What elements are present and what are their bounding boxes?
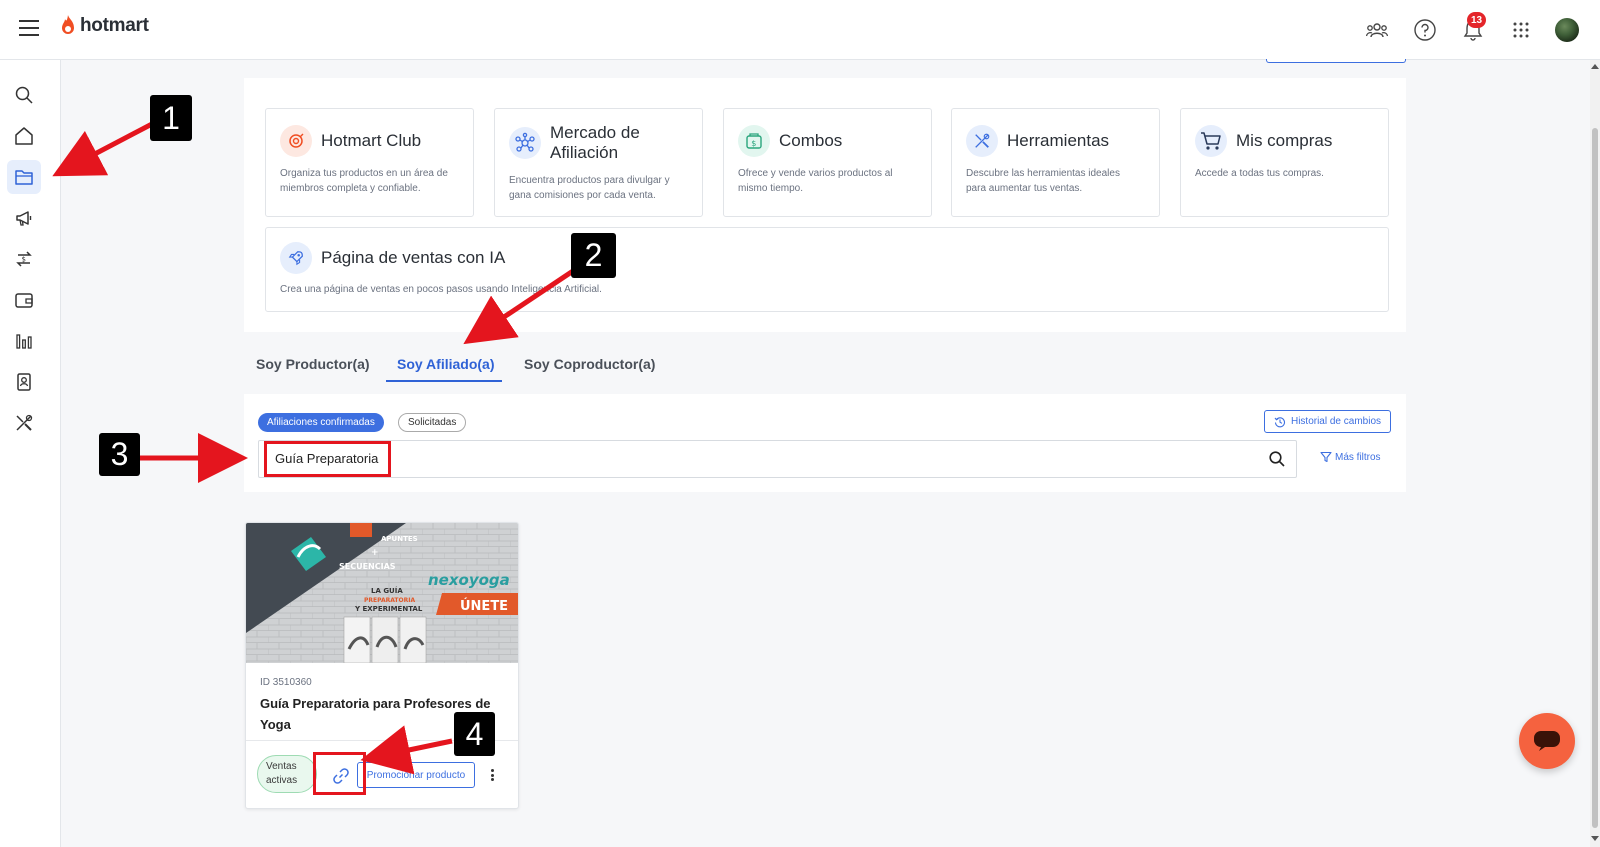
brand-name: hotmart — [80, 15, 149, 36]
image-text-apuntes: APUNTES — [381, 535, 418, 543]
tool-title: Mercado de Afiliación — [550, 123, 640, 162]
combo-icon: $ — [738, 125, 770, 157]
scroll-thumb[interactable] — [1592, 128, 1598, 828]
step-marker-2: 2 — [571, 233, 616, 278]
page-scrollbar[interactable] — [1590, 60, 1600, 847]
flame-icon — [62, 15, 74, 34]
hotmart-logo[interactable]: hotmart — [59, 14, 149, 38]
image-text-plus: + — [371, 548, 379, 558]
tool-title: Hotmart Club — [321, 131, 422, 150]
network-icon — [509, 127, 541, 159]
more-options-icon[interactable] — [489, 767, 495, 783]
highlight-link-button — [313, 752, 366, 795]
contact-card-icon — [17, 373, 31, 391]
more-filters-link[interactable]: Más filtros — [1320, 451, 1381, 463]
tab-coproductor[interactable]: Soy Coproductor(a) — [524, 356, 655, 372]
tool-title: Página de ventas con IA — [321, 248, 506, 267]
home-icon — [15, 127, 33, 145]
tool-description: Descubre las herramientas ideales para a… — [966, 168, 1120, 194]
sidebar: $ — [0, 60, 61, 847]
club-icon — [280, 125, 312, 157]
bar-chart-icon — [16, 334, 32, 349]
apps-grid-icon[interactable] — [1509, 18, 1533, 42]
more-filters-label: Más filtros — [1335, 451, 1381, 463]
megaphone-icon — [16, 211, 32, 226]
tool-title: Mis compras — [1236, 131, 1333, 150]
filter-icon — [1320, 451, 1332, 463]
tool-description: Ofrece y vende varios productos al mismo… — [738, 168, 893, 194]
sidebar-item-search[interactable] — [7, 78, 41, 112]
active-tab-indicator — [386, 380, 502, 382]
folder-icon — [15, 170, 33, 185]
product-card[interactable]: APUNTES + SECUENCIAS LA GUÍA PREPARATORI… — [245, 522, 519, 809]
history-button-label: Historial de cambios — [1290, 416, 1382, 427]
step-marker-3: 3 — [99, 433, 140, 476]
image-text-la-guia: LA GUÍA — [371, 586, 403, 595]
tab-afiliado[interactable]: Soy Afiliado(a) — [397, 356, 495, 372]
image-text-brand: nexoyoga — [428, 571, 510, 589]
history-icon — [1274, 416, 1285, 427]
sidebar-item-contacts[interactable] — [7, 365, 41, 399]
svg-text:$: $ — [22, 256, 26, 264]
tool-description: Crea una página de ventas en pocos pasos… — [280, 284, 602, 295]
scroll-up-icon[interactable] — [1591, 64, 1599, 69]
cart-icon — [1195, 125, 1227, 157]
chip-requested[interactable]: Solicitadas — [398, 413, 467, 432]
rocket-icon — [280, 242, 312, 274]
tool-description: Accede a todas tus compras. — [1195, 168, 1324, 179]
sidebar-item-marketing[interactable] — [7, 201, 41, 235]
tool-card-pagina-ventas-ia[interactable]: Página de ventas con IA Crea una página … — [265, 227, 1389, 312]
image-text-cta: ÚNETE — [460, 598, 508, 614]
tool-card-combos[interactable]: $ Combos Ofrece y vende varios productos… — [723, 108, 932, 217]
tool-card-hotmart-club[interactable]: Hotmart Club Organiza tus productos en u… — [265, 108, 474, 217]
arrow-1 — [52, 121, 154, 177]
sidebar-item-tools[interactable] — [7, 406, 41, 440]
sidebar-item-home[interactable] — [7, 119, 41, 153]
chat-button[interactable] — [1519, 713, 1575, 769]
history-button[interactable]: Historial de cambios — [1264, 410, 1391, 433]
sidebar-item-products[interactable] — [7, 160, 41, 194]
tab-productor[interactable]: Soy Productor(a) — [256, 356, 370, 372]
search-input[interactable]: Guía Preparatoria — [258, 440, 1297, 478]
tool-title: Combos — [779, 131, 843, 150]
svg-text:$: $ — [751, 139, 756, 148]
tool-card-mercado-afiliacion[interactable]: Mercado de Afiliación Encuentra producto… — [494, 108, 703, 217]
tool-card-mis-compras[interactable]: Mis compras Accede a todas tus compras. — [1180, 108, 1389, 217]
tool-card-herramientas[interactable]: Herramientas Descubre las herramientas i… — [951, 108, 1160, 217]
chat-icon — [1534, 731, 1560, 751]
notification-badge: 13 — [1467, 12, 1487, 28]
product-id: ID 3510360 — [260, 677, 312, 688]
sidebar-item-transactions[interactable]: $ — [7, 242, 41, 276]
cropped-button[interactable] — [1266, 59, 1406, 63]
highlight-search-box — [264, 441, 391, 477]
wallet-icon — [15, 293, 33, 308]
tools-icon — [966, 125, 998, 157]
image-text-secuencias: SECUENCIAS — [339, 562, 396, 571]
search-icon[interactable] — [1268, 450, 1286, 468]
status-badge: Ventas activas — [257, 755, 317, 793]
help-icon[interactable] — [1413, 18, 1437, 42]
avatar[interactable] — [1555, 18, 1579, 42]
hamburger-menu-icon[interactable] — [19, 20, 39, 36]
top-bar: hotmart 13 — [0, 0, 1600, 60]
tool-title: Herramientas — [1007, 131, 1110, 150]
chip-confirmed-affiliations[interactable]: Afiliaciones confirmadas — [258, 413, 384, 432]
promote-product-button[interactable]: Promocionar producto — [357, 762, 475, 788]
image-text-experimental: Y EXPERIMENTAL — [354, 605, 423, 613]
image-text-preparatoria: PREPARATORIA — [364, 597, 415, 604]
scroll-down-icon[interactable] — [1591, 836, 1599, 841]
product-image[interactable]: APUNTES + SECUENCIAS LA GUÍA PREPARATORI… — [246, 523, 518, 663]
tool-description: Organiza tus productos en un área de mie… — [280, 168, 448, 194]
sidebar-item-wallet[interactable] — [7, 283, 41, 317]
exchange-icon: $ — [16, 251, 32, 267]
step-marker-1: 1 — [150, 95, 192, 141]
community-icon[interactable] — [1365, 18, 1389, 42]
sidebar-item-analytics[interactable] — [7, 324, 41, 358]
tool-description: Encuentra productos para divulgar y gana… — [509, 175, 670, 201]
search-icon — [15, 86, 33, 104]
tools-icon — [16, 414, 33, 431]
step-marker-4: 4 — [454, 712, 495, 756]
